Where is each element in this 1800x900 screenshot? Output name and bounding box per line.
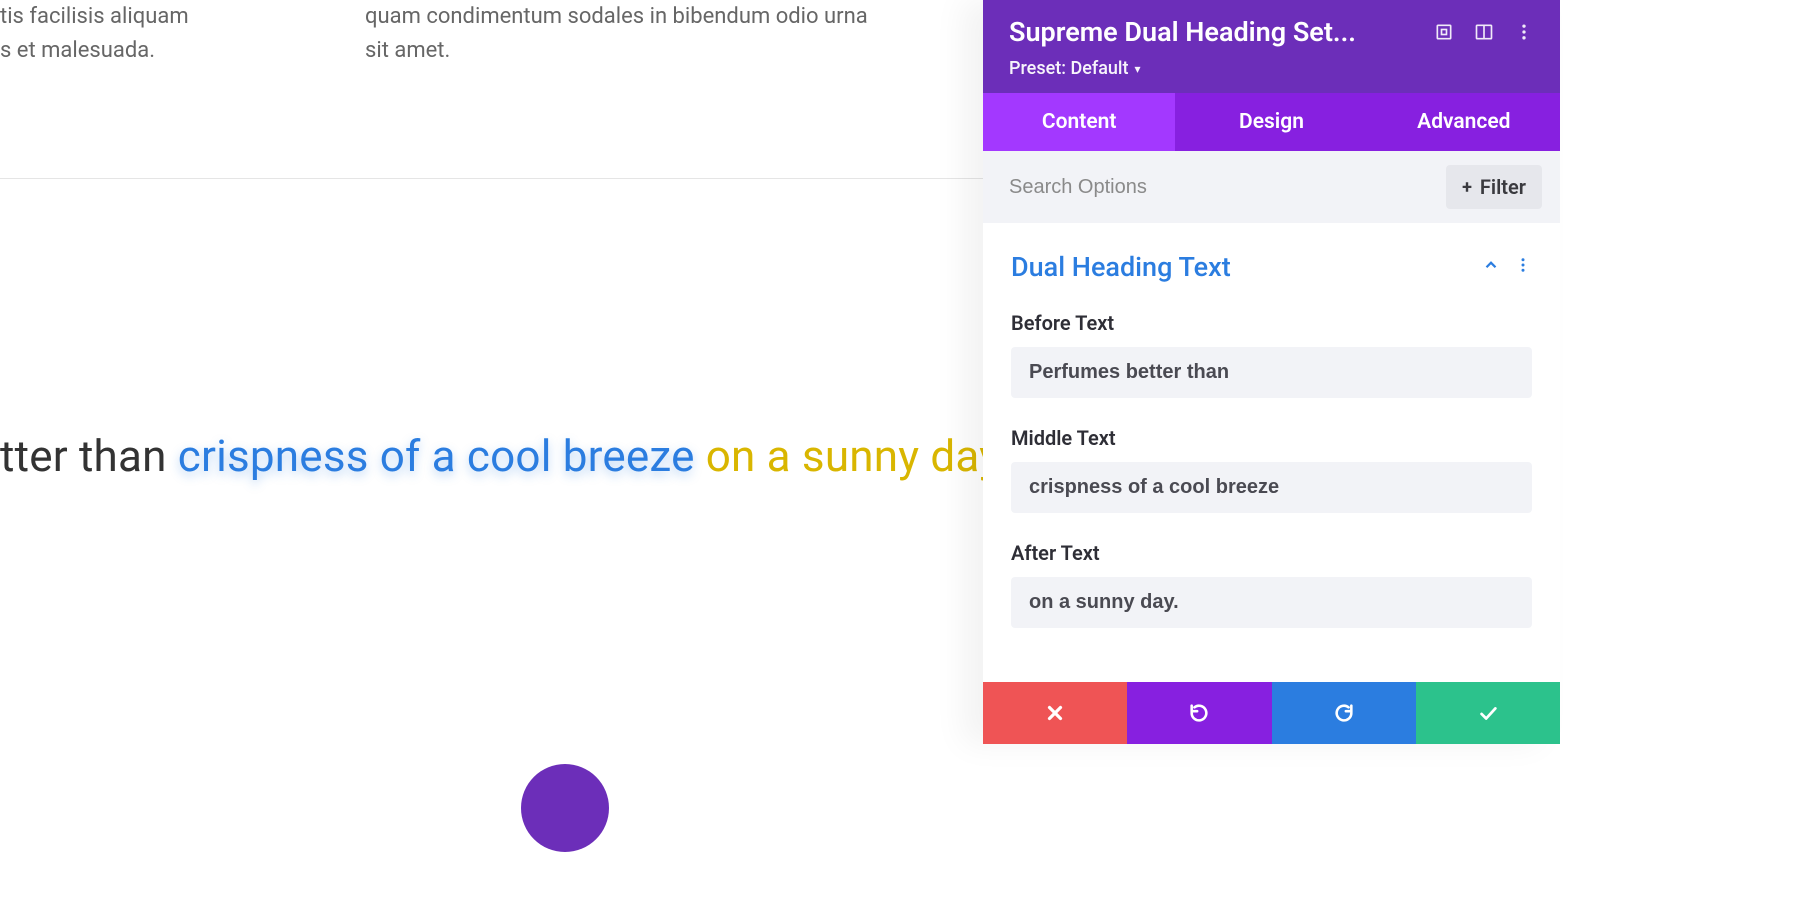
heading-after-text: on a sunny day.: [695, 430, 1010, 482]
section-divider: [0, 178, 983, 179]
panel-title: Supreme Dual Heading Set...: [1009, 16, 1414, 48]
tab-content[interactable]: Content: [983, 93, 1175, 151]
page-preview-canvas: tis facilisis aliquam s et malesuada. qu…: [0, 0, 983, 900]
plus-icon: +: [1462, 177, 1472, 198]
search-options-input[interactable]: [1009, 176, 1436, 199]
expand-icon[interactable]: [1434, 22, 1454, 42]
tab-advanced[interactable]: Advanced: [1368, 93, 1560, 151]
panel-footer: [983, 682, 1560, 744]
middle-text-label: Middle Text: [1011, 426, 1532, 450]
field-before-text: Before Text: [1011, 311, 1532, 398]
chevron-up-icon[interactable]: [1482, 256, 1500, 278]
preset-label: Preset: Default: [1009, 58, 1129, 79]
after-text-input[interactable]: [1011, 577, 1532, 628]
before-text-input[interactable]: [1011, 347, 1532, 398]
kebab-menu-icon[interactable]: [1514, 22, 1534, 42]
panel-body[interactable]: Dual Heading Text Before Text Middle Tex…: [983, 223, 1560, 682]
field-middle-text: Middle Text: [1011, 426, 1532, 513]
heading-middle-text: crispness of a cool breeze: [178, 430, 695, 482]
module-settings-panel: Supreme Dual Heading Set... Preset: Defa…: [983, 0, 1560, 744]
heading-before-text: tter than: [0, 430, 178, 482]
floating-action-button[interactable]: [521, 764, 609, 852]
caret-down-icon: ▾: [1135, 62, 1141, 76]
dual-heading-preview[interactable]: tter than crispness of a cool breeze on …: [0, 430, 1010, 482]
field-after-text: After Text: [1011, 541, 1532, 628]
search-row: + Filter: [983, 151, 1560, 223]
tab-design[interactable]: Design: [1175, 93, 1367, 151]
filter-button[interactable]: + Filter: [1446, 165, 1542, 209]
after-text-label: After Text: [1011, 541, 1532, 565]
undo-button[interactable]: [1127, 682, 1271, 744]
settings-tabs: Content Design Advanced: [983, 93, 1560, 151]
panel-header: Supreme Dual Heading Set... Preset: Defa…: [983, 0, 1560, 93]
section-header[interactable]: Dual Heading Text: [1011, 251, 1532, 283]
before-text-label: Before Text: [1011, 311, 1532, 335]
toggle-view-icon[interactable]: [1474, 22, 1494, 42]
middle-text-input[interactable]: [1011, 462, 1532, 513]
lorem-text-right: quam condimentum sodales in bibendum odi…: [365, 0, 885, 68]
preset-selector[interactable]: Preset: Default ▾: [1009, 58, 1534, 79]
lorem-text-left: tis facilisis aliquam s et malesuada.: [0, 0, 200, 68]
section-menu-icon[interactable]: [1514, 256, 1532, 278]
section-title: Dual Heading Text: [1011, 251, 1468, 283]
redo-button[interactable]: [1272, 682, 1416, 744]
filter-label: Filter: [1480, 175, 1526, 199]
save-button[interactable]: [1416, 682, 1560, 744]
cancel-button[interactable]: [983, 682, 1127, 744]
